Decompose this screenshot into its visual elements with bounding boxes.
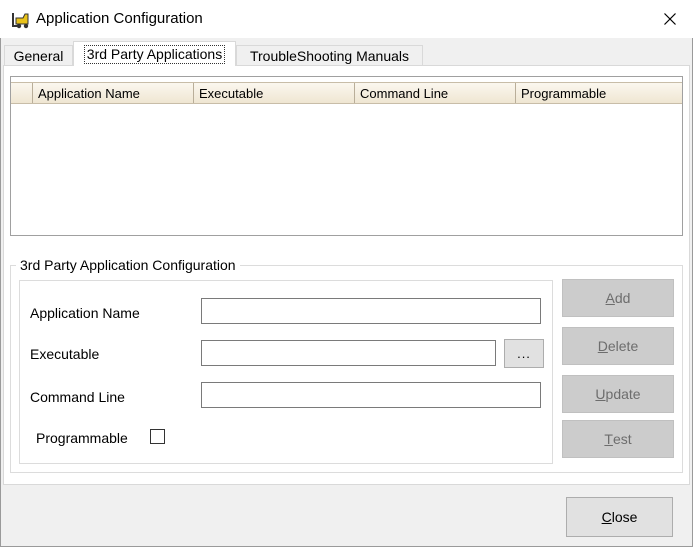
applications-grid[interactable]: Application Name Executable Command Line…: [10, 76, 683, 236]
executable-label: Executable: [30, 346, 100, 362]
test-button[interactable]: Test: [562, 420, 674, 458]
column-command-line[interactable]: Command Line: [355, 83, 516, 103]
programmable-label: Programmable: [36, 430, 128, 446]
programmable-checkbox[interactable]: [150, 429, 165, 444]
grid-header: Application Name Executable Command Line…: [11, 82, 682, 104]
command-line-input[interactable]: [201, 382, 541, 408]
update-button[interactable]: Update: [562, 375, 674, 413]
tab-3rd-party-applications[interactable]: 3rd Party Applications: [73, 41, 236, 66]
test-mnemonic: T: [604, 431, 613, 447]
forklift-icon: [11, 10, 31, 30]
update-mnemonic: U: [595, 386, 606, 402]
delete-label-rest: elete: [607, 338, 639, 354]
application-name-input[interactable]: [201, 298, 541, 324]
command-line-label: Command Line: [30, 389, 125, 405]
tab-3rd-party-applications-label: 3rd Party Applications: [83, 44, 226, 64]
column-executable[interactable]: Executable: [194, 83, 355, 103]
add-label-rest: dd: [614, 290, 631, 306]
application-name-label: Application Name: [30, 305, 140, 321]
row-header-column: [11, 83, 33, 103]
close-icon: [664, 13, 676, 25]
column-application-name[interactable]: Application Name: [33, 83, 194, 103]
add-mnemonic: A: [605, 290, 615, 306]
browse-executable-button[interactable]: ...: [504, 339, 544, 368]
add-button[interactable]: Add: [562, 279, 674, 317]
delete-button[interactable]: Delete: [562, 327, 674, 365]
close-mnemonic: C: [601, 509, 612, 525]
test-label-rest: est: [612, 431, 632, 447]
close-button[interactable]: Close: [566, 497, 673, 537]
column-programmable[interactable]: Programmable: [516, 83, 682, 103]
tab-troubleshooting-manuals[interactable]: TroubleShooting Manuals: [236, 45, 423, 65]
close-window-button[interactable]: [650, 3, 690, 35]
delete-mnemonic: D: [597, 338, 608, 354]
window-title: Application Configuration: [36, 10, 203, 27]
tab-general[interactable]: General: [4, 45, 73, 65]
close-label-rest: lose: [611, 509, 638, 525]
update-label-rest: pdate: [605, 386, 641, 402]
configuration-group-legend: 3rd Party Application Configuration: [16, 257, 240, 273]
executable-input[interactable]: [201, 340, 496, 366]
